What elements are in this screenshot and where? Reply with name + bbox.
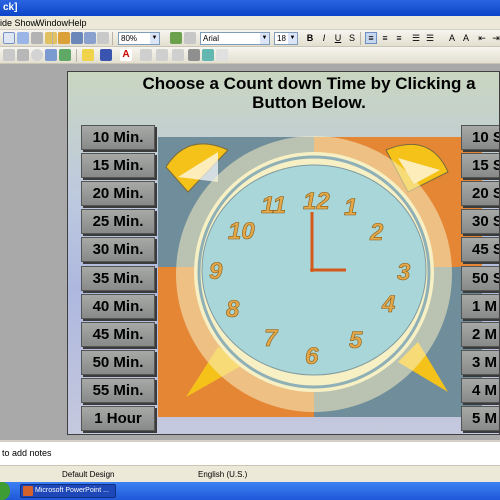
- decrease-indent-icon[interactable]: ⇤: [476, 32, 488, 44]
- shape-icon[interactable]: [17, 49, 29, 61]
- arrow-style-icon[interactable]: [172, 49, 184, 61]
- shadow-button[interactable]: S: [346, 32, 358, 44]
- align-right-icon[interactable]: ≡: [393, 32, 405, 44]
- font-size-select[interactable]: 18 ▼: [274, 32, 298, 45]
- picture-icon[interactable]: [59, 49, 71, 61]
- underline-button[interactable]: U: [332, 32, 344, 44]
- slide-title: Choose a Count down Time by Clicking a B…: [142, 74, 476, 112]
- clock-numeral: 2: [369, 219, 384, 246]
- status-bar: Default Design English (U.S.): [0, 465, 500, 482]
- italic-button[interactable]: I: [318, 32, 330, 44]
- countdown-15-min-button[interactable]: 15 Min.: [81, 153, 155, 178]
- countdown-30-min-button[interactable]: 30 Min.: [81, 237, 155, 262]
- chart-icon[interactable]: [58, 32, 70, 44]
- countdown-25-min-button[interactable]: 25 Min.: [81, 209, 155, 234]
- zoom-select[interactable]: 80% ▼: [118, 32, 160, 45]
- font-color-icon[interactable]: A: [120, 49, 132, 61]
- countdown-15-sec-button[interactable]: 15 S: [461, 153, 499, 178]
- countdown-2-min-button[interactable]: 2 M: [461, 322, 499, 347]
- columns-icon[interactable]: [84, 32, 96, 44]
- standard-toolbar: 80% ▼ Arial ▼ 18 ▼ B I U S ≡ ≡ ≡ ☰ ☰ A A…: [0, 30, 500, 47]
- countdown-5-min-button[interactable]: 5 M: [461, 406, 499, 431]
- decrease-font-icon[interactable]: A: [446, 32, 458, 44]
- design-name: Default Design: [62, 470, 115, 479]
- clock-numeral: 5: [349, 327, 363, 354]
- help-icon[interactable]: [170, 32, 182, 44]
- rotate-icon[interactable]: [31, 49, 43, 61]
- shadow-style-icon[interactable]: [188, 49, 200, 61]
- bold-button[interactable]: B: [304, 32, 316, 44]
- research-icon[interactable]: [31, 32, 43, 44]
- start-button[interactable]: [0, 482, 10, 500]
- countdown-45-sec-button[interactable]: 45 S: [461, 237, 499, 262]
- notes-pane[interactable]: to add notes: [0, 440, 500, 465]
- countdown-55-min-button[interactable]: 55 Min.: [81, 378, 155, 403]
- hyperlink-icon[interactable]: [97, 32, 109, 44]
- table-icon[interactable]: [71, 32, 83, 44]
- line-style-icon[interactable]: [140, 49, 152, 61]
- language-indicator: English (U.S.): [198, 470, 248, 479]
- clock-numeral: 3: [397, 259, 411, 286]
- align-left-icon[interactable]: ≡: [365, 32, 377, 44]
- expand-icon[interactable]: [184, 32, 196, 44]
- chevron-down-icon: ▼: [288, 33, 297, 44]
- numbering-icon[interactable]: ☰: [410, 32, 422, 44]
- spelling-icon[interactable]: [17, 32, 29, 44]
- clock-numeral: 11: [261, 192, 286, 219]
- increase-indent-icon[interactable]: ⇥: [490, 32, 500, 44]
- countdown-10-sec-button[interactable]: 10 S: [461, 125, 499, 150]
- countdown-1-min-button[interactable]: 1 M: [461, 294, 499, 319]
- chevron-down-icon: ▼: [260, 33, 269, 44]
- countdown-45-min-button[interactable]: 45 Min.: [81, 322, 155, 347]
- increase-font-icon[interactable]: A: [460, 32, 472, 44]
- clock-numeral: 1: [344, 194, 357, 221]
- menu-bar: ide Show Window Help: [0, 16, 500, 30]
- clock-numeral: 12: [303, 188, 330, 215]
- notes-placeholder: to add notes: [2, 448, 52, 458]
- clock-numeral: 6: [305, 343, 319, 370]
- taskbar-powerpoint-button[interactable]: Microsoft PowerPoint ...: [20, 484, 116, 498]
- title-bar: ck]: [0, 0, 500, 16]
- clock-numeral: 8: [226, 296, 240, 323]
- taskbar: Microsoft PowerPoint ...: [0, 482, 500, 500]
- align-center-icon[interactable]: ≡: [379, 32, 391, 44]
- bullets-icon[interactable]: ☰: [424, 32, 436, 44]
- clock-numeral: 7: [264, 325, 279, 352]
- menu-help[interactable]: Help: [68, 18, 87, 28]
- countdown-50-min-button[interactable]: 50 Min.: [81, 350, 155, 375]
- clock-numeral: 9: [209, 258, 223, 285]
- countdown-35-min-button[interactable]: 35 Min.: [81, 266, 155, 291]
- clock-numeral: 4: [381, 291, 395, 318]
- window-title: ck]: [3, 2, 18, 13]
- font-name-select[interactable]: Arial ▼: [200, 32, 270, 45]
- countdown-1-hour-button[interactable]: 1 Hour: [81, 406, 155, 431]
- clipart-icon[interactable]: [45, 49, 57, 61]
- more-options-icon[interactable]: [216, 49, 228, 61]
- fill-color-icon[interactable]: [82, 49, 94, 61]
- powerpoint-icon: [23, 486, 33, 496]
- chevron-down-icon: ▼: [150, 33, 159, 44]
- countdown-50-sec-button[interactable]: 50 S: [461, 266, 499, 291]
- slide-canvas: 12 1 2 3 4 5 6 7 8 9 10 11 Choose a Coun…: [67, 71, 500, 435]
- insert-icon[interactable]: [3, 49, 15, 61]
- menu-slide-show[interactable]: ide Show: [0, 18, 37, 28]
- powerpoint-window: ck] ide Show Window Help 80% ▼ Arial ▼ 1…: [0, 0, 500, 500]
- menu-window[interactable]: Window: [36, 18, 68, 28]
- countdown-10-min-button[interactable]: 10 Min.: [81, 125, 155, 150]
- cut-icon[interactable]: [45, 32, 57, 44]
- line-color-icon[interactable]: [100, 49, 112, 61]
- countdown-3-min-button[interactable]: 3 M: [461, 350, 499, 375]
- countdown-40-min-button[interactable]: 40 Min.: [81, 294, 155, 319]
- 3d-style-icon[interactable]: [202, 49, 214, 61]
- countdown-20-sec-button[interactable]: 20 S: [461, 181, 499, 206]
- countdown-20-min-button[interactable]: 20 Min.: [81, 181, 155, 206]
- countdown-30-sec-button[interactable]: 30 S: [461, 209, 499, 234]
- dash-style-icon[interactable]: [156, 49, 168, 61]
- print-icon[interactable]: [3, 32, 15, 44]
- clock-numeral: 10: [228, 218, 255, 245]
- drawing-toolbar: A: [0, 47, 500, 64]
- countdown-4-min-button[interactable]: 4 M: [461, 378, 499, 403]
